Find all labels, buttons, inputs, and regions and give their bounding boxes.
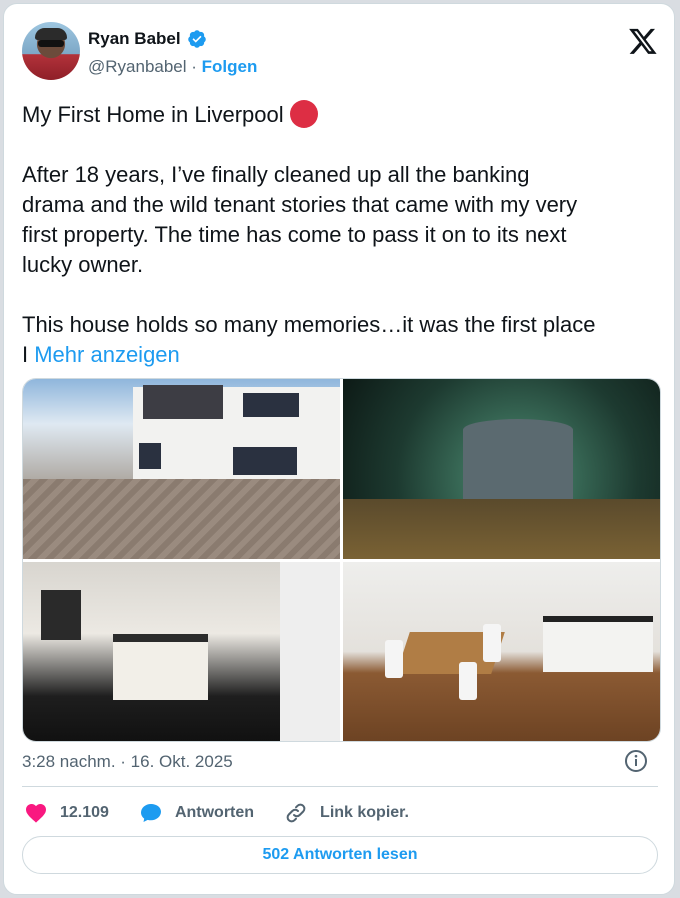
follow-button[interactable]: Folgen xyxy=(202,57,258,76)
action-bar: 12.109 Antworten Link kopier. xyxy=(24,799,439,827)
copy-link-button[interactable]: Link kopier. xyxy=(284,801,409,825)
reply-button[interactable]: Antworten xyxy=(139,801,254,825)
red-circle-emoji xyxy=(289,100,318,128)
author-name[interactable]: Ryan Babel xyxy=(88,29,181,49)
handle-row: @Ryanbabel · Folgen xyxy=(88,57,257,77)
photo-house-exterior[interactable] xyxy=(23,379,340,559)
avatar[interactable] xyxy=(22,22,80,80)
read-replies-button[interactable]: 502 Antworten lesen xyxy=(22,836,658,874)
photo-basement-room[interactable] xyxy=(343,379,660,559)
x-logo-icon[interactable] xyxy=(628,26,658,56)
post-text: My First Home in Liverpool After 18 year… xyxy=(22,100,662,370)
copy-link-label: Link kopier. xyxy=(320,804,409,821)
link-icon xyxy=(286,803,306,823)
verified-badge-icon xyxy=(187,30,206,48)
like-count: 12.109 xyxy=(60,804,109,821)
post-timestamp[interactable]: 3:28 nachm. · 16. Okt. 2025 xyxy=(22,752,233,772)
heart-icon xyxy=(26,804,46,823)
like-button[interactable]: 12.109 xyxy=(24,801,109,825)
reply-label: Antworten xyxy=(174,804,255,821)
post-header: Ryan Babel @Ryanbabel · Folgen xyxy=(22,22,662,84)
photo-dining-room[interactable] xyxy=(343,561,660,741)
author-handle[interactable]: @Ryanbabel xyxy=(88,57,187,76)
author-name-row: Ryan Babel xyxy=(88,29,207,49)
info-icon[interactable] xyxy=(624,749,648,773)
divider xyxy=(22,786,658,787)
post-card: Ryan Babel @Ryanbabel · Folgen My First … xyxy=(3,3,675,895)
photo-kitchen[interactable] xyxy=(23,561,340,741)
handle-separator: · xyxy=(186,57,202,76)
post-body: After 18 years, I’ve finally cleaned up … xyxy=(22,162,596,367)
show-more-link[interactable]: Mehr anzeigen xyxy=(34,342,180,367)
post-title: My First Home in Liverpool xyxy=(22,102,284,127)
photo-gallery xyxy=(22,378,661,742)
speech-bubble-icon xyxy=(140,804,161,822)
